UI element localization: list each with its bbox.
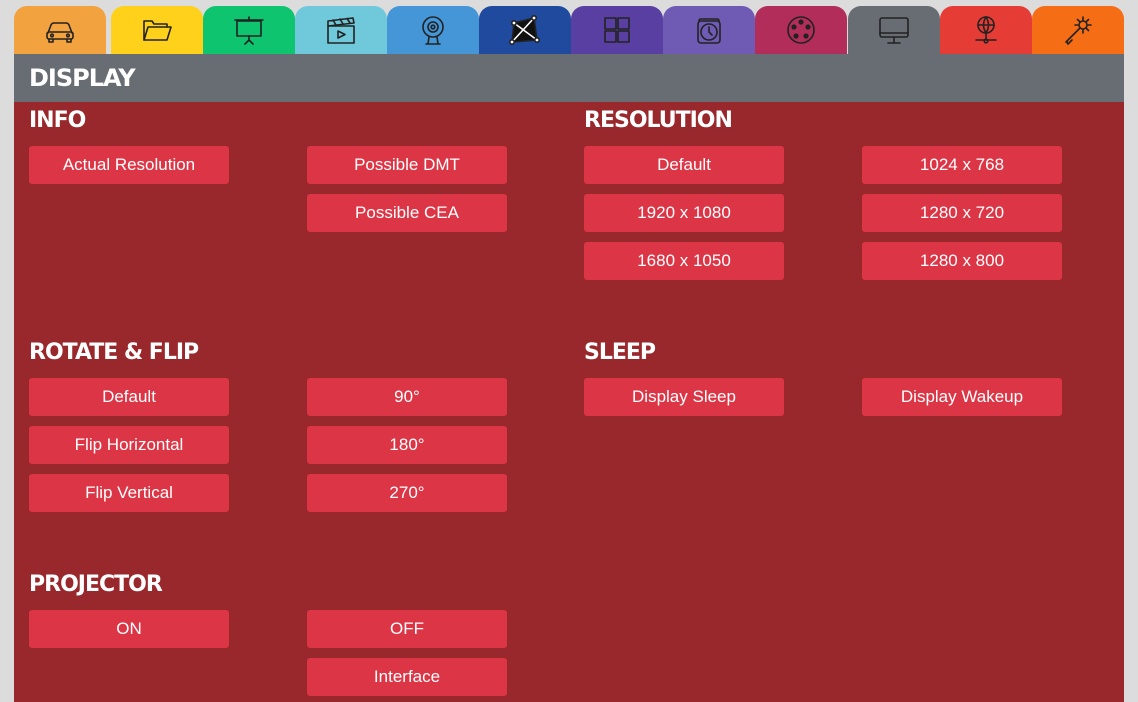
tab-display[interactable] [848,6,940,54]
category-tab-bar [14,6,1124,54]
possible-dmt-button[interactable]: Possible DMT [307,146,507,184]
page-title: DISPLAY [14,54,1124,102]
resolution-section-title: RESOLUTION [584,108,733,133]
display-panel: DISPLAY INFO Actual Resolution Possible … [14,54,1124,702]
possible-cea-button[interactable]: Possible CEA [307,194,507,232]
tab-folder[interactable] [111,6,203,54]
flip-horizontal-button[interactable]: Flip Horizontal [29,426,229,464]
tab-mapping[interactable] [479,6,571,54]
projection-mapping-icon [508,14,540,45]
tab-dmx[interactable] [755,6,847,54]
display-sleep-button[interactable]: Display Sleep [584,378,784,416]
monitor-icon [879,17,909,44]
resolution-1280x720-button[interactable]: 1280 x 720 [862,194,1062,232]
network-globe-icon [975,16,997,44]
resolution-1024x768-button[interactable]: 1024 x 768 [862,146,1062,184]
projector-on-button[interactable]: ON [29,610,229,648]
rotate-90-button[interactable]: 90° [307,378,507,416]
wrench-gear-icon [1065,16,1092,45]
resolution-1280x800-button[interactable]: 1280 x 800 [862,242,1062,280]
rotate-270-button[interactable]: 270° [307,474,507,512]
display-wakeup-button[interactable]: Display Wakeup [862,378,1062,416]
tab-settings[interactable] [1032,6,1124,54]
sleep-section-title: SLEEP [584,340,656,365]
tab-car[interactable] [14,6,106,54]
tab-projector-screen[interactable] [203,6,295,54]
clapperboard-icon [327,17,355,44]
car-icon [46,22,74,43]
info-section-title: INFO [29,108,86,133]
rotate-default-button[interactable]: Default [29,378,229,416]
alarm-clock-icon [697,18,721,44]
webcam-icon [422,16,444,45]
flip-vertical-button[interactable]: Flip Vertical [29,474,229,512]
tab-scheduler[interactable] [663,6,755,54]
tab-camera[interactable] [387,6,479,54]
projector-section-title: PROJECTOR [29,572,163,597]
grid-layout-icon [604,17,630,43]
resolution-default-button[interactable]: Default [584,146,784,184]
actual-resolution-button[interactable]: Actual Resolution [29,146,229,184]
projector-off-button[interactable]: OFF [307,610,507,648]
tab-layout[interactable] [571,6,663,54]
folder-icon [143,20,172,41]
projector-interface-button[interactable]: Interface [307,658,507,696]
dmx-connector-icon [787,16,815,44]
rotate-180-button[interactable]: 180° [307,426,507,464]
projector-screen-icon [234,16,264,45]
tab-media[interactable] [295,6,387,54]
tab-network[interactable] [940,6,1032,54]
rotate-flip-section-title: ROTATE & FLIP [29,340,199,365]
resolution-1680x1050-button[interactable]: 1680 x 1050 [584,242,784,280]
resolution-1920x1080-button[interactable]: 1920 x 1080 [584,194,784,232]
